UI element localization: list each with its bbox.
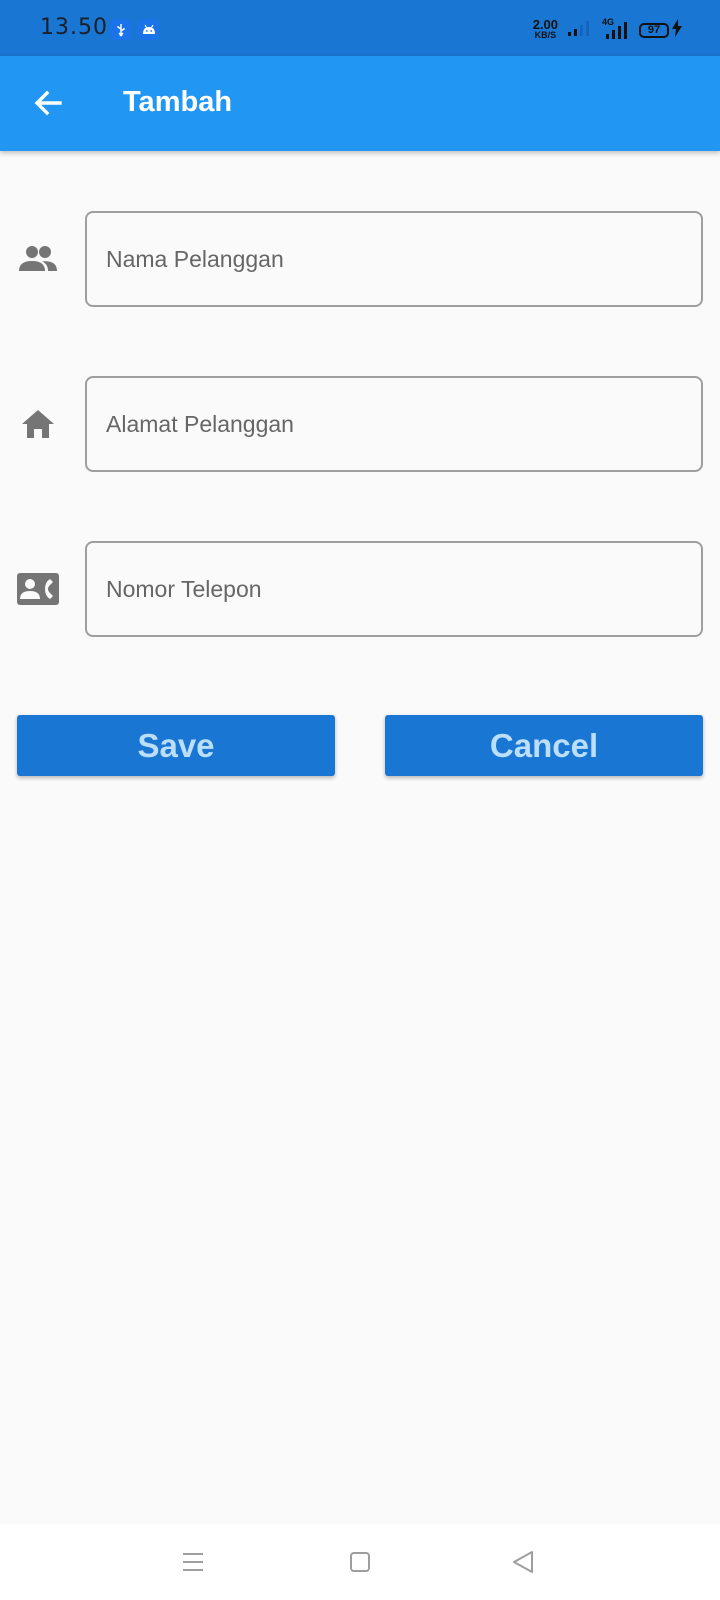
signal-icon — [567, 19, 591, 42]
arrow-back-icon — [34, 90, 62, 116]
phone-number-row — [0, 541, 720, 637]
cancel-button[interactable]: Cancel — [385, 715, 703, 776]
system-nav-bar — [0, 1524, 720, 1600]
page-title: Tambah — [123, 86, 233, 118]
network-speed: 2.00 KB/S — [532, 17, 558, 40]
charging-icon — [672, 18, 682, 42]
status-indicators: 2.00 KB/S 4G 97 — [533, 17, 682, 43]
save-button[interactable]: Save — [17, 715, 335, 776]
battery-icon: 97 — [639, 22, 669, 38]
network-speed-unit: KB/S — [534, 30, 557, 40]
signal-4g-icon: 4G — [600, 17, 630, 41]
app-bar: Tambah — [0, 56, 720, 151]
contact-phone-icon — [16, 567, 60, 611]
usb-icon — [110, 19, 131, 40]
back-triangle-icon[interactable] — [505, 1544, 541, 1580]
customer-name-row — [0, 211, 720, 307]
phone-number-input[interactable] — [85, 541, 703, 637]
people-icon — [16, 237, 60, 281]
home-icon — [16, 402, 60, 446]
status-time: 13.50 — [40, 15, 108, 40]
home-square-icon[interactable] — [342, 1544, 378, 1580]
battery-level: 97 — [647, 24, 661, 36]
network-speed-value: 2.00 — [532, 17, 558, 32]
customer-address-row — [0, 376, 720, 472]
customer-name-input[interactable] — [85, 211, 703, 307]
back-button[interactable] — [26, 81, 70, 125]
android-icon — [138, 19, 159, 40]
menu-icon[interactable] — [175, 1544, 211, 1580]
status-bar: 13.50 2.00 KB/S 4G 97 — [0, 0, 720, 56]
customer-address-input[interactable] — [85, 376, 703, 472]
